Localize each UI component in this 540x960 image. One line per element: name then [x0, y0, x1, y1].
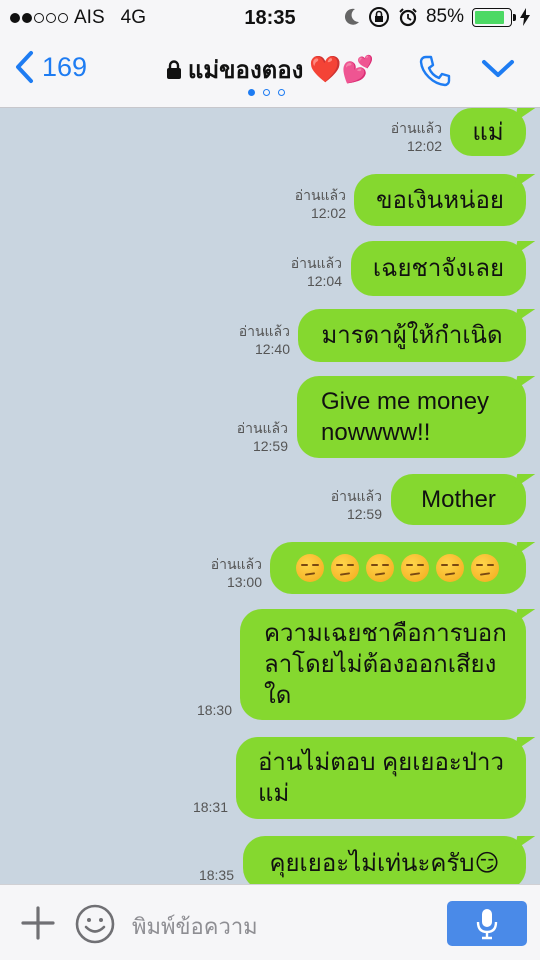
- unamused-face-icon: [331, 554, 359, 582]
- page-dot: [248, 89, 255, 96]
- page-dot: [263, 89, 270, 96]
- message-bubble[interactable]: Mother: [391, 474, 526, 525]
- read-receipt: อ่านแล้ว: [390, 120, 442, 136]
- message-bubble[interactable]: [270, 542, 526, 594]
- sticker-smiley-icon[interactable]: [74, 903, 116, 945]
- message-time: 18:30: [196, 702, 232, 718]
- message-meta: อ่านแล้ว 12:59: [226, 419, 288, 455]
- message-meta: อ่านแล้ว 13:00: [200, 555, 262, 591]
- message-text: แม่: [472, 118, 504, 146]
- unamused-face-icon: [436, 554, 464, 582]
- read-receipt: อ่านแล้ว: [238, 323, 290, 339]
- message-input-bar: พิมพ์ข้อความ: [0, 884, 540, 960]
- message-bubble[interactable]: มารดาผู้ให้กำเนิด: [298, 309, 526, 362]
- message-text: คุยเยอะไม่เท่นะครับ😏: [269, 849, 500, 877]
- read-receipt: อ่านแล้ว: [290, 255, 342, 271]
- unamused-face-icon: [471, 554, 499, 582]
- message-text: มารดาผู้ให้กำเนิด: [321, 322, 503, 349]
- message-time: 12:59: [346, 506, 382, 522]
- charging-bolt-icon: [520, 8, 530, 26]
- message-bubble[interactable]: ขอเงินหน่อย: [354, 174, 526, 226]
- message-time: 12:59: [252, 438, 288, 454]
- message-bubble[interactable]: Give me money nowwww!!: [297, 376, 526, 458]
- unamused-face-icon: [401, 554, 429, 582]
- message-bubble[interactable]: แม่: [450, 108, 526, 156]
- contact-name: แม่ของตอง: [187, 57, 304, 84]
- battery-percent: 85%: [425, 6, 464, 27]
- message-meta: อ่านแล้ว 12:02: [284, 186, 346, 222]
- message-meta: อ่านแล้ว 12:02: [380, 119, 442, 155]
- lock-icon: [166, 59, 181, 79]
- unamused-face-icon: [296, 554, 324, 582]
- message-bubble[interactable]: คุยเยอะไม่เท่นะครับ😏: [243, 836, 526, 890]
- status-bar: AIS 4G 18:35 85%: [0, 0, 540, 36]
- read-receipt: อ่านแล้ว: [294, 187, 346, 203]
- chat-header: 169 แม่ของตอง ❤️💕: [0, 36, 540, 108]
- message-meta: อ่านแล้ว 12:59: [320, 487, 382, 523]
- message-meta: 18:31: [166, 798, 228, 816]
- message-text: ขอเงินหน่อย: [376, 186, 504, 214]
- message-meta: 18:35: [172, 866, 234, 884]
- read-receipt: อ่านแล้ว: [236, 420, 288, 436]
- message-time: 12:04: [306, 273, 342, 289]
- plus-icon[interactable]: [20, 905, 56, 941]
- page-indicator: [248, 89, 285, 96]
- read-receipt: อ่านแล้ว: [330, 488, 382, 504]
- message-time: 12:02: [406, 138, 442, 154]
- message-meta: 18:30: [170, 701, 232, 719]
- microphone-icon: [476, 908, 498, 939]
- read-receipt: อ่านแล้ว: [210, 556, 262, 572]
- message-bubble[interactable]: อ่านไม่ตอบ คุยเยอะป่าวแม่: [236, 737, 526, 819]
- chevron-down-icon[interactable]: [481, 58, 515, 80]
- message-time: 12:02: [310, 205, 346, 221]
- message-time: 18:31: [192, 799, 228, 815]
- message-time: 18:35: [198, 867, 234, 883]
- status-right: 85%: [344, 6, 530, 28]
- message-text: ความเฉยชาคือการบอกลาโดยไม่ต้องออกเสียงใด: [264, 620, 507, 709]
- chat-title[interactable]: แม่ของตอง ❤️💕: [0, 50, 540, 89]
- battery-icon: [472, 7, 516, 27]
- voice-message-button[interactable]: [447, 901, 527, 946]
- message-time: 12:40: [254, 341, 290, 357]
- page-dot: [278, 89, 285, 96]
- message-bubble[interactable]: เฉยชาจังเลย: [351, 241, 526, 296]
- message-text: Mother: [421, 486, 496, 513]
- message-time: 13:00: [226, 574, 262, 590]
- message-meta: อ่านแล้ว 12:40: [228, 322, 290, 358]
- moon-icon: [344, 8, 359, 25]
- message-meta: อ่านแล้ว 12:04: [280, 254, 342, 290]
- alarm-icon: [399, 8, 417, 27]
- message-input[interactable]: พิมพ์ข้อความ: [132, 909, 258, 944]
- message-text: อ่านไม่ตอบ คุยเยอะป่าวแม่: [258, 749, 504, 807]
- unamused-face-icon: [366, 554, 394, 582]
- hearts-emoji: ❤️💕: [309, 54, 375, 84]
- phone-icon[interactable]: [418, 54, 452, 88]
- message-text: เฉยชาจังเลย: [372, 255, 505, 282]
- message-bubble[interactable]: ความเฉยชาคือการบอกลาโดยไม่ต้องออกเสียงใด: [240, 609, 526, 720]
- message-text: Give me money nowwww!!: [321, 388, 490, 446]
- rotation-lock-icon: [368, 7, 389, 27]
